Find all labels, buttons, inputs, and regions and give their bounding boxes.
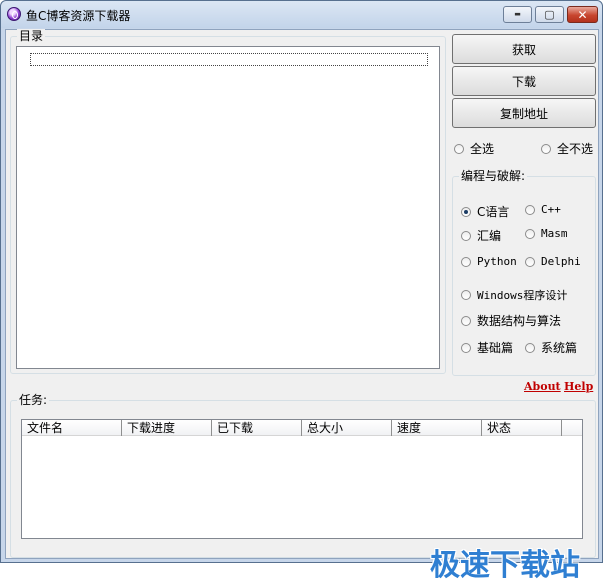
tasks-group: 任务: 文件名 下载进度 已下载 总大小 速度 状态 — [10, 393, 596, 558]
radio-dot — [461, 342, 471, 353]
title-bar[interactable]: 鱼C博客资源下载器 ▬ ▢ ✕ — [1, 1, 602, 28]
radio-python[interactable]: Python — [461, 255, 517, 268]
client-area: 目录 获取 下载 复制地址 全选 全不选 编程与破解: C语言 C++ 汇编 M… — [5, 29, 599, 583]
radio-c-lang[interactable]: C语言 — [461, 203, 509, 220]
radio-dot — [461, 290, 471, 300]
radio-asm[interactable]: 汇编 — [461, 227, 501, 244]
column-header-total-size[interactable]: 总大小 — [302, 420, 392, 436]
column-header-downloaded[interactable]: 已下载 — [212, 420, 302, 436]
radio-dot — [461, 230, 471, 241]
column-header-speed[interactable]: 速度 — [392, 420, 482, 436]
system-label: 系统篇 — [541, 341, 578, 355]
minimize-icon: ▬ — [514, 10, 521, 18]
masm-label: Masm — [541, 227, 568, 240]
delphi-label: Delphi — [541, 255, 581, 268]
tasks-header: 文件名 下载进度 已下载 总大小 速度 状态 — [22, 420, 582, 436]
help-link[interactable]: Help — [564, 380, 593, 393]
radio-dot-selected — [461, 206, 471, 217]
select-none-label: 全不选 — [557, 142, 594, 156]
c-lang-label: C语言 — [477, 205, 510, 219]
column-header-filename[interactable]: 文件名 — [22, 420, 122, 436]
radio-dot — [541, 143, 551, 154]
radio-dot — [525, 256, 535, 267]
close-icon: ✕ — [577, 7, 588, 22]
directory-list[interactable] — [16, 46, 440, 369]
windows-label: Windows程序设计 — [477, 289, 568, 302]
column-header-status[interactable]: 状态 — [482, 420, 562, 436]
radio-basic[interactable]: 基础篇 — [461, 339, 513, 356]
radio-dot — [525, 204, 535, 215]
radio-dsa[interactable]: 数据结构与算法 — [461, 312, 561, 329]
radio-dot — [454, 143, 464, 154]
select-none-radio[interactable]: 全不选 — [541, 140, 593, 157]
maximize-button[interactable]: ▢ — [535, 6, 564, 23]
radio-dot — [525, 342, 535, 353]
download-button[interactable]: 下载 — [452, 66, 596, 96]
select-all-label: 全选 — [470, 142, 495, 156]
radio-cpp[interactable]: C++ — [525, 203, 561, 216]
fetch-button[interactable]: 获取 — [452, 34, 596, 64]
categories-group: 编程与破解: C语言 C++ 汇编 Masm Python Delphi Win… — [452, 169, 596, 376]
window-title: 鱼C博客资源下载器 — [26, 9, 131, 23]
close-button[interactable]: ✕ — [567, 6, 598, 23]
dsa-label: 数据结构与算法 — [477, 314, 562, 328]
minimize-button[interactable]: ▬ — [503, 6, 532, 23]
cpp-label: C++ — [541, 203, 561, 216]
tasks-label: 任务: — [17, 393, 50, 407]
app-icon — [7, 7, 21, 21]
tasks-list[interactable]: 文件名 下载进度 已下载 总大小 速度 状态 — [21, 419, 583, 539]
radio-dot — [461, 256, 471, 267]
directory-focus-item[interactable] — [30, 53, 428, 66]
app-window: 鱼C博客资源下载器 ▬ ▢ ✕ 目录 获取 下载 复制地址 全选 全不选 编程与… — [0, 0, 603, 583]
radio-dot — [461, 315, 471, 326]
directory-group: 目录 — [10, 29, 446, 374]
column-header-progress[interactable]: 下载进度 — [122, 420, 212, 436]
radio-masm[interactable]: Masm — [525, 227, 568, 240]
radio-dot — [525, 228, 535, 239]
radio-system[interactable]: 系统篇 — [525, 339, 577, 356]
maximize-icon: ▢ — [544, 8, 555, 21]
basic-label: 基础篇 — [477, 341, 514, 355]
watermark-logo: 极速下载站 — [430, 548, 580, 583]
asm-label: 汇编 — [477, 229, 502, 243]
categories-label: 编程与破解: — [459, 169, 528, 183]
directory-label: 目录 — [17, 29, 46, 43]
radio-delphi[interactable]: Delphi — [525, 255, 581, 268]
python-label: Python — [477, 255, 517, 268]
about-link[interactable]: About — [524, 380, 561, 393]
select-all-radio[interactable]: 全选 — [454, 140, 494, 157]
copy-address-button[interactable]: 复制地址 — [452, 98, 596, 128]
radio-windows[interactable]: Windows程序设计 — [461, 287, 567, 303]
